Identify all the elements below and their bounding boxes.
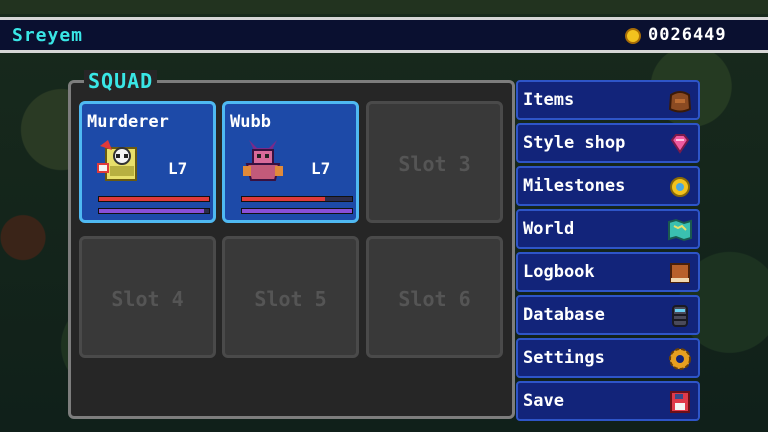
squad-title: SQUAD [84, 70, 158, 92]
menu-item-label: Items [523, 90, 575, 110]
mana-bar [98, 208, 210, 214]
coin-icon [625, 28, 641, 44]
player-name: Sreyem [12, 25, 84, 46]
menu-item-settings[interactable]: Settings [516, 338, 700, 378]
squad-slot-2[interactable]: Wubb L7 [222, 101, 359, 223]
menu-item-milestones[interactable]: Milestones [516, 166, 700, 206]
medal-icon [670, 177, 690, 197]
empty-slot-label: Slot 6 [398, 287, 471, 311]
health-bar [98, 196, 210, 202]
map-icon [668, 218, 692, 242]
top-edge [0, 0, 768, 14]
empty-slot-label: Slot 4 [111, 287, 184, 311]
unit-level: L7 [311, 159, 331, 178]
empty-slot-label: Slot 3 [398, 152, 471, 176]
squad-slot-5[interactable]: Slot 5 [222, 236, 359, 358]
menu-item-label: Milestones [523, 176, 626, 196]
menu-item-label: Logbook [523, 262, 595, 282]
top-bar: Sreyem 0026449 [0, 17, 768, 53]
menu-item-label: World [523, 219, 575, 239]
menu-item-world[interactable]: World [516, 209, 700, 249]
menu-item-logbook[interactable]: Logbook [516, 252, 700, 292]
squad-slot-1[interactable]: Murderer L7 [79, 101, 216, 223]
squad-slot-4[interactable]: Slot 4 [79, 236, 216, 358]
unit-level: L7 [168, 159, 188, 178]
health-bar [241, 196, 353, 202]
menu-item-label: Database [523, 305, 605, 325]
murderer-portrait [97, 140, 137, 181]
mana-bar [241, 208, 353, 214]
bag-icon [668, 91, 692, 113]
unit-name: Murderer [87, 112, 169, 132]
wubb-portrait [243, 140, 283, 181]
coin-count: 0026449 [648, 25, 727, 45]
empty-slot-label: Slot 5 [254, 287, 327, 311]
unit-name: Wubb [230, 112, 271, 132]
menu-item-database[interactable]: Database [516, 295, 700, 335]
menu-item-label: Save [523, 391, 564, 411]
menu-item-save[interactable]: Save [516, 381, 700, 421]
menu-item-style-shop[interactable]: Style shop [516, 123, 700, 163]
squad-slot-3[interactable]: Slot 3 [366, 101, 503, 223]
squad-slot-6[interactable]: Slot 6 [366, 236, 503, 358]
gem-icon [670, 134, 690, 154]
database-icon [672, 305, 688, 327]
menu-item-items[interactable]: Items [516, 80, 700, 120]
menu-item-label: Settings [523, 348, 605, 368]
menu-item-label: Style shop [523, 133, 626, 153]
book-icon [670, 263, 690, 283]
floppy-disk-icon [670, 391, 690, 413]
gear-icon [669, 348, 691, 370]
